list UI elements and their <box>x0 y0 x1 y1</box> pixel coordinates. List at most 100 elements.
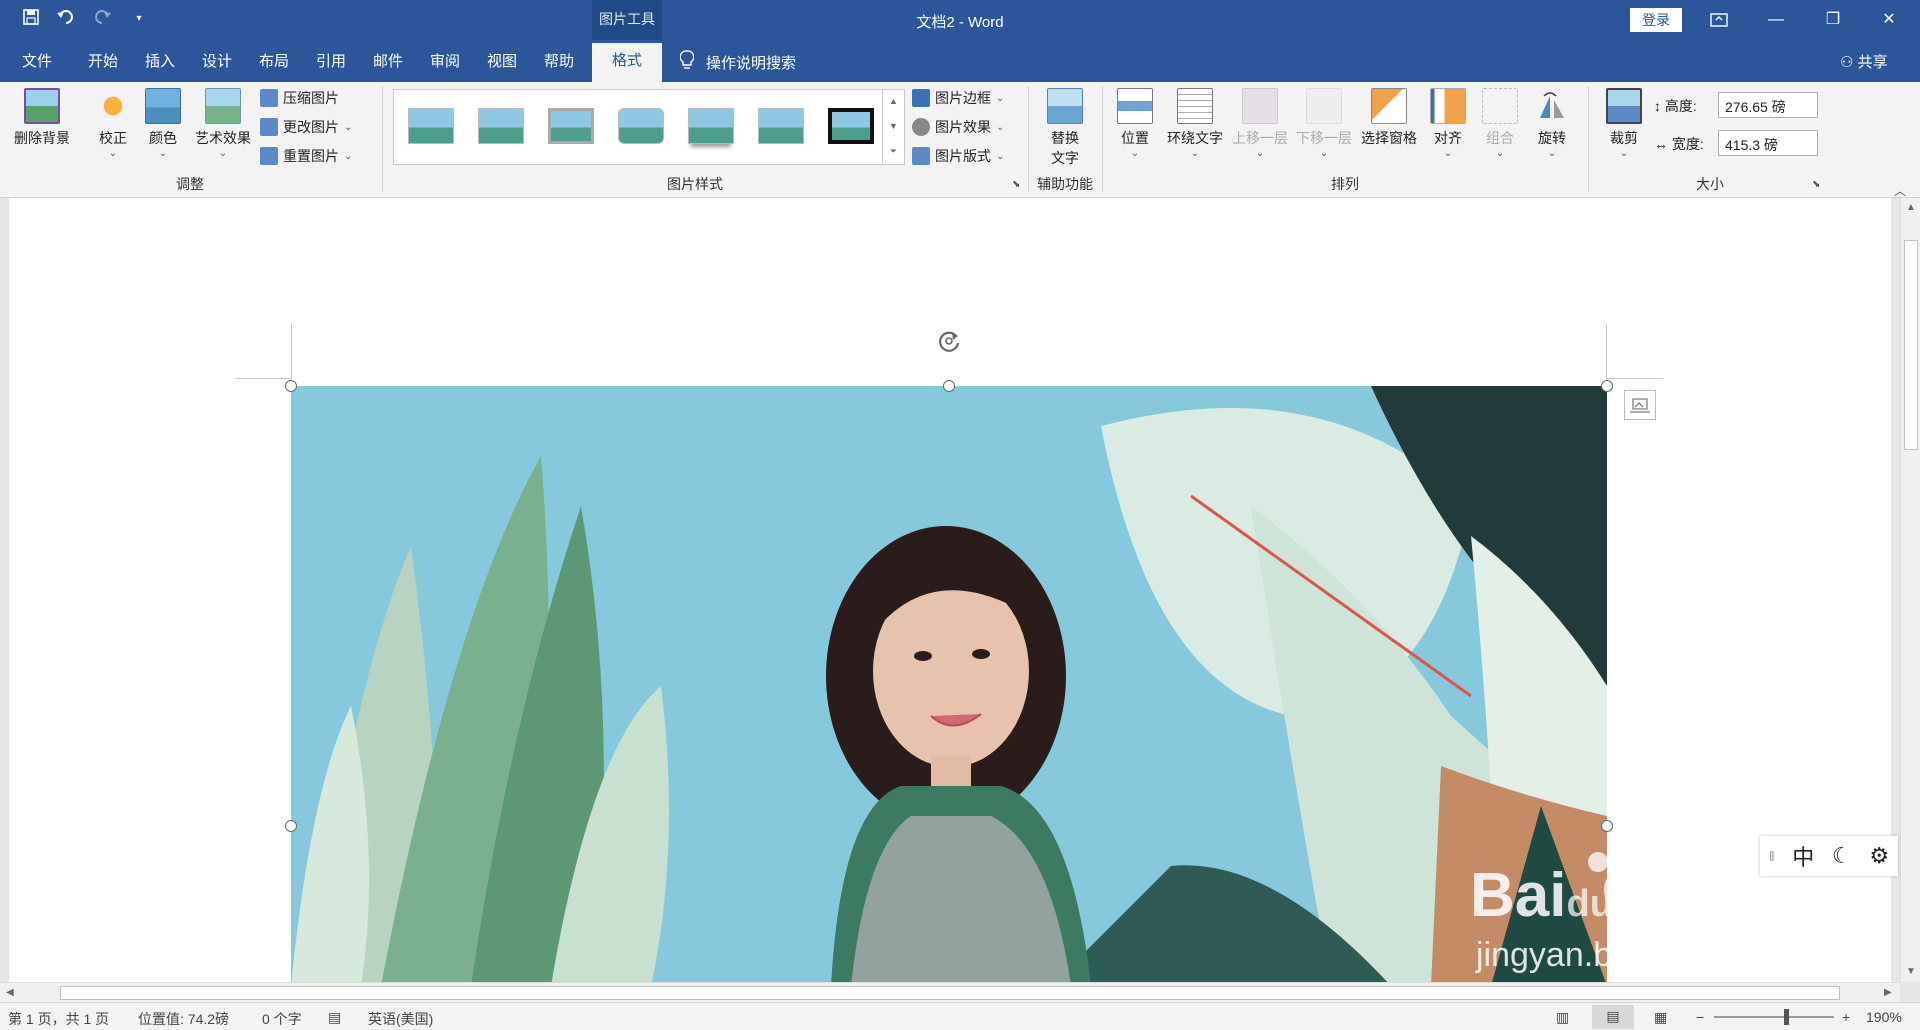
zoom-slider[interactable] <box>1714 1016 1834 1018</box>
tab-references[interactable]: 引用 <box>316 50 346 71</box>
scroll-right-icon[interactable]: ▶ <box>1884 987 1892 998</box>
tab-design[interactable]: 设计 <box>202 50 232 71</box>
ime-drag-handle[interactable]: ‖ <box>1769 848 1775 864</box>
wrap-text-button[interactable]: 环绕文字 ⌄ <box>1162 86 1228 159</box>
tab-file[interactable]: 文件 <box>22 50 52 71</box>
gallery-scroll[interactable]: ▲ ▼ ⏷ <box>882 89 904 165</box>
word-count[interactable]: 0 个字 <box>262 1009 302 1029</box>
tab-view[interactable]: 视图 <box>487 50 517 71</box>
margin-mark <box>291 324 292 386</box>
resize-handle-ne[interactable] <box>1601 380 1613 392</box>
corrections-button[interactable]: 校正 ⌄ <box>92 86 134 159</box>
reset-picture-button[interactable]: 重置图片 ⌄ <box>260 146 352 166</box>
web-layout-icon[interactable]: ▦ <box>1654 1009 1667 1026</box>
change-picture-button[interactable]: 更改图片 ⌄ <box>260 117 352 137</box>
chevron-down-icon: ⌄ <box>1190 148 1200 159</box>
login-button[interactable]: 登录 <box>1630 8 1682 32</box>
artistic-effects-button[interactable]: 艺术效果 ⌄ <box>190 86 256 159</box>
chevron-down-icon: ⌄ <box>158 148 168 159</box>
more-icon[interactable]: ⏷ <box>883 139 904 164</box>
bring-forward-button[interactable]: 上移一层 ⌄ <box>1230 86 1290 159</box>
language[interactable]: 英语(美国) <box>368 1009 433 1029</box>
height-label: 高度: <box>1664 98 1697 114</box>
chevron-down-icon: ⌄ <box>1443 148 1453 159</box>
picture-style-option[interactable] <box>828 108 874 144</box>
dialog-launcher-icon[interactable]: ⬊ <box>1012 179 1020 190</box>
resize-handle-e[interactable] <box>1601 820 1613 832</box>
tab-home[interactable]: 开始 <box>88 50 118 71</box>
scroll-up-icon[interactable]: ▲ <box>883 89 904 114</box>
zoom-out-icon[interactable]: − <box>1696 1009 1704 1025</box>
crop-button[interactable]: 裁剪 ⌄ <box>1602 86 1646 159</box>
proofing-icon[interactable]: ▤ <box>328 1009 341 1026</box>
zoom-slider-thumb[interactable] <box>1784 1009 1789 1025</box>
vertical-scroll-thumb[interactable] <box>1904 240 1918 450</box>
zoom-in-icon[interactable]: + <box>1842 1009 1850 1025</box>
size-group-label: 大小 <box>1696 176 1724 192</box>
moon-icon[interactable]: ☾ <box>1832 843 1852 869</box>
rotate-handle-icon[interactable] <box>936 328 962 354</box>
position-button[interactable]: 位置 ⌄ <box>1114 86 1156 159</box>
zoom-level[interactable]: 190% <box>1866 1009 1902 1025</box>
gear-icon[interactable]: ⚙ <box>1869 843 1889 869</box>
ime-mode-toggle[interactable]: 中 <box>1792 840 1814 872</box>
alt-text-button[interactable]: 替换 文字 <box>1040 86 1090 168</box>
color-button[interactable]: 颜色 ⌄ <box>142 86 184 159</box>
rotate-icon <box>1534 88 1570 124</box>
restore-icon[interactable]: ❐ <box>1810 0 1856 40</box>
tab-help[interactable]: 帮助 <box>544 50 574 71</box>
picture-style-option[interactable] <box>478 108 524 144</box>
resize-handle-w[interactable] <box>285 820 297 832</box>
dialog-launcher-icon[interactable]: ⬊ <box>1812 179 1820 190</box>
picture-style-option[interactable] <box>548 108 594 144</box>
picture-style-option[interactable] <box>758 108 804 144</box>
align-button[interactable]: 对齐 ⌄ <box>1426 86 1470 159</box>
compress-pictures-button[interactable]: 压缩图片 <box>260 88 339 108</box>
width-input[interactable]: 415.3 磅 <box>1718 130 1818 156</box>
layout-options-icon[interactable] <box>1624 390 1656 420</box>
collapse-ribbon-icon[interactable]: ︿ <box>1894 182 1906 199</box>
tab-format[interactable]: 格式 <box>592 43 662 82</box>
vertical-scrollbar[interactable]: ▲ ▼ <box>1900 198 1920 982</box>
picture-effects-button[interactable]: 图片效果 ⌄ <box>912 117 1004 137</box>
horizontal-scrollbar[interactable]: ◀ ▶ <box>0 982 1900 1002</box>
share-button[interactable]: ⚇ 共享 <box>1840 51 1888 72</box>
scroll-down-icon[interactable]: ▼ <box>1906 966 1916 977</box>
page-count[interactable]: 第 1 页，共 1 页 <box>8 1009 109 1029</box>
horizontal-scroll-thumb[interactable] <box>60 986 1840 1000</box>
picture-style-option[interactable] <box>688 108 734 144</box>
inserted-picture[interactable] <box>291 386 1607 982</box>
picture-style-option[interactable] <box>408 108 454 144</box>
tab-layout[interactable]: 布局 <box>259 50 289 71</box>
picture-style-option[interactable] <box>618 108 664 144</box>
picture-effects-label: 图片效果 <box>935 119 991 135</box>
width-label: 宽度: <box>1671 136 1704 152</box>
chevron-down-icon: ⌄ <box>1255 148 1265 159</box>
resize-handle-nw[interactable] <box>285 380 297 392</box>
remove-background-button[interactable]: 删除背景 <box>8 86 76 148</box>
ribbon-display-options-icon[interactable] <box>1696 0 1742 40</box>
rotate-button[interactable]: 旋转 ⌄ <box>1530 86 1574 159</box>
resize-handle-n[interactable] <box>943 380 955 392</box>
picture-styles-group-label: 图片样式 <box>667 176 723 192</box>
picture-layout-button[interactable]: 图片版式 ⌄ <box>912 146 1004 166</box>
picture-border-button[interactable]: 图片边框 ⌄ <box>912 88 1004 108</box>
selection-pane-button[interactable]: 选择窗格 <box>1358 86 1420 148</box>
tab-review[interactable]: 审阅 <box>430 50 460 71</box>
tell-me-search[interactable]: 操作说明搜索 <box>679 50 796 74</box>
group-button[interactable]: 组合 ⌄ <box>1478 86 1522 159</box>
height-input[interactable]: 276.65 磅 <box>1718 92 1818 118</box>
scroll-up-icon[interactable]: ▲ <box>1906 202 1916 213</box>
ribbon: 删除背景 校正 ⌄ 颜色 ⌄ 艺术效果 ⌄ 压缩图片 更改图片 ⌄ 重置图片 ⌄… <box>0 82 1920 198</box>
document-area[interactable] <box>0 198 1900 982</box>
minimize-icon[interactable]: — <box>1753 0 1799 40</box>
read-mode-icon[interactable]: ▥ <box>1556 1009 1569 1026</box>
print-layout-icon[interactable]: ▤ <box>1592 1005 1634 1029</box>
tab-mailings[interactable]: 邮件 <box>373 50 403 71</box>
close-icon[interactable]: ✕ <box>1866 0 1912 40</box>
send-backward-button[interactable]: 下移一层 ⌄ <box>1294 86 1354 159</box>
tab-insert[interactable]: 插入 <box>145 50 175 71</box>
height-label-row: ↕ 高度: <box>1654 96 1697 116</box>
scroll-down-icon[interactable]: ▼ <box>883 114 904 139</box>
scroll-left-icon[interactable]: ◀ <box>6 987 14 998</box>
